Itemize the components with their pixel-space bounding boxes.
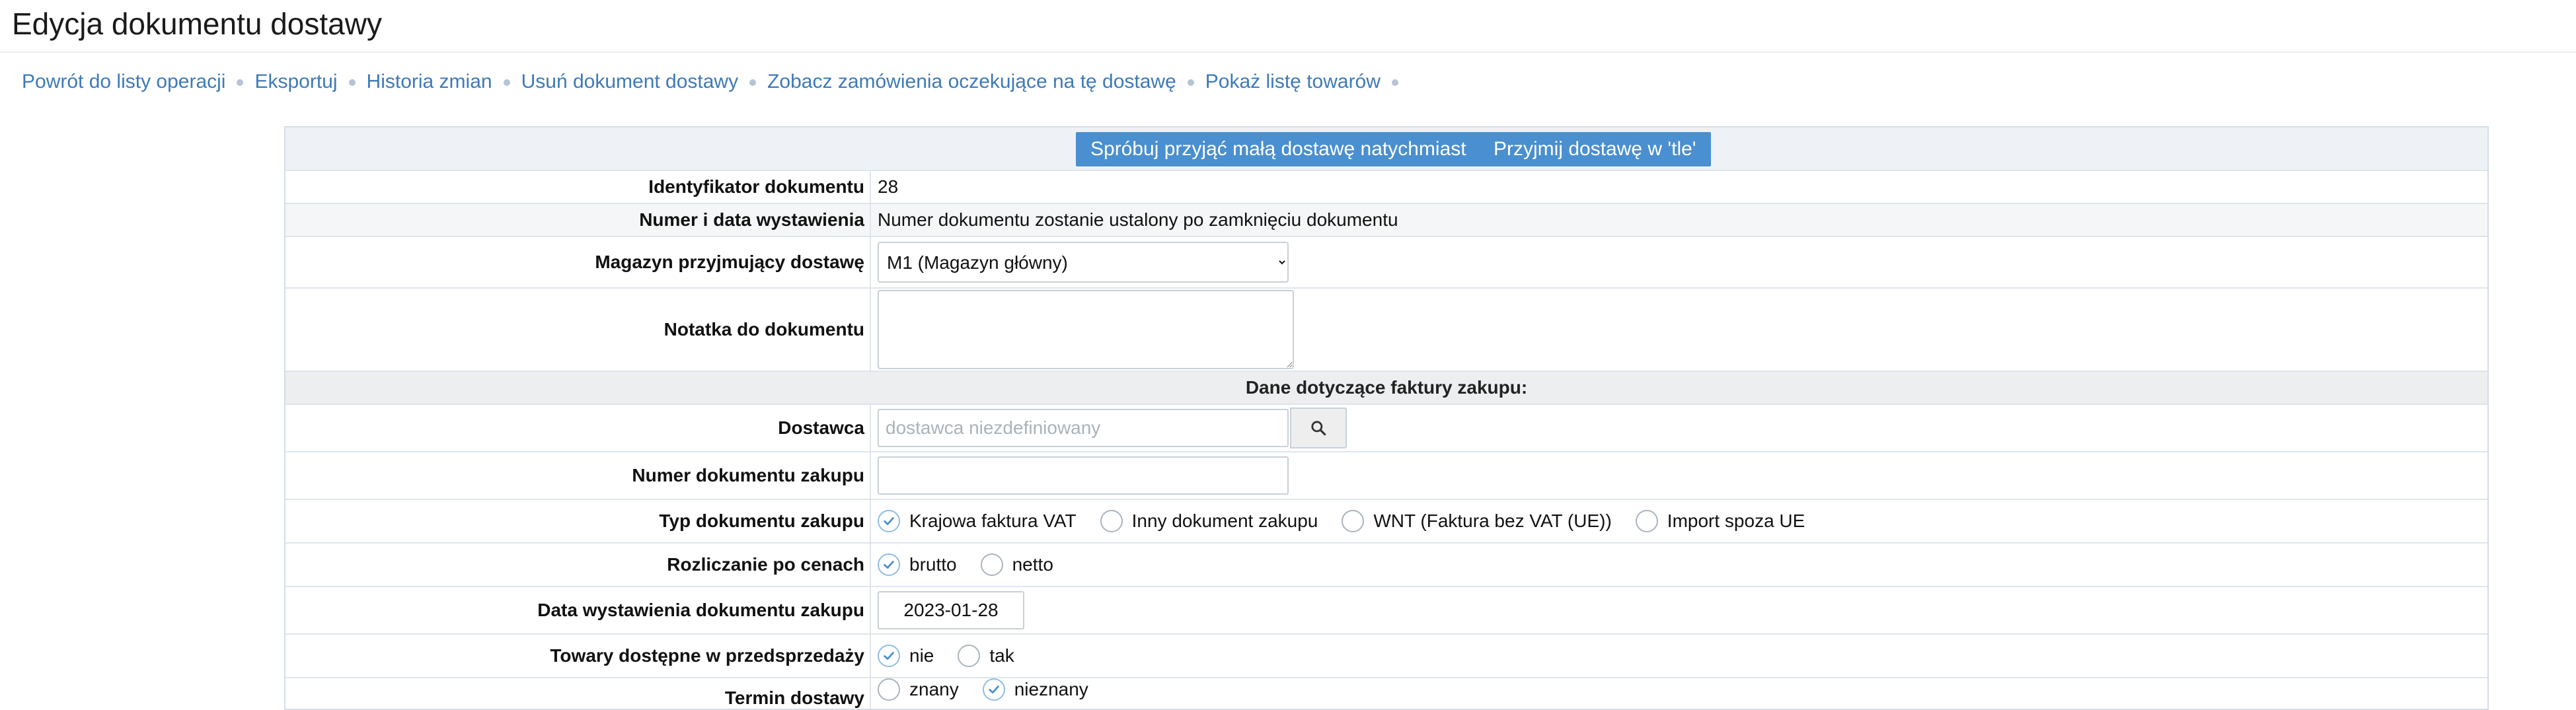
row-supplier: Dostawca: [285, 405, 2487, 452]
radio-unchecked[interactable]: [1635, 510, 1658, 532]
option-label: nieznany: [1014, 679, 1088, 699]
search-icon: [1311, 421, 1326, 436]
option-label: Inny dokument zakupu: [1131, 511, 1318, 531]
radio-unchecked[interactable]: [1100, 510, 1123, 532]
delete-document-link[interactable]: Usuń dokument dostawy: [521, 71, 739, 92]
radio-checked[interactable]: [878, 553, 900, 576]
delivery-term-label: Termin dostawy: [724, 688, 864, 708]
number-date-value: Numer dokumentu zostanie ustalony po zam…: [878, 209, 1398, 230]
note-label: Notatka do dokumentu: [663, 319, 864, 339]
nav-separator: [749, 79, 757, 87]
purchase-number-label: Numer dokumentu zakupu: [632, 465, 864, 485]
row-doc-id: Identyfikator dokumentu 28: [285, 171, 2487, 204]
row-note: Notatka do dokumentu: [285, 289, 2487, 372]
form-actions: Spróbuj przyjąć małą dostawę natychmiast…: [285, 127, 2487, 171]
pending-orders-link[interactable]: Zobacz zamówienia oczekujące na tę dosta…: [767, 71, 1176, 92]
supplier-search-button[interactable]: [1290, 408, 1347, 448]
row-purchase-type: Typ dokumentu zakupu Krajowa faktura VAT…: [285, 500, 2487, 544]
supplier-input[interactable]: [878, 409, 1289, 447]
number-date-label: Numer i data wystawienia: [639, 209, 864, 230]
presale-label: Towary dostępne w przedsprzedaży: [550, 645, 864, 666]
back-to-operations-link[interactable]: Powrót do listy operacji: [22, 71, 225, 92]
nav-separator: [237, 79, 244, 87]
row-pricing: Rozliczanie po cenach brutto netto: [285, 544, 2487, 587]
option-label: Import spoza UE: [1667, 511, 1805, 531]
row-warehouse: Magazyn przyjmujący dostawę M1 (Magazyn …: [285, 237, 2487, 289]
option-label: nie: [909, 645, 934, 666]
issue-date-input[interactable]: [878, 591, 1024, 629]
supplier-label: Dostawca: [778, 417, 864, 438]
check-icon: [884, 652, 894, 660]
pricing-net[interactable]: netto: [980, 553, 1053, 576]
presale-no[interactable]: nie: [878, 645, 934, 667]
row-issue-date: Data wystawienia dokumentu zakupu: [285, 587, 2487, 635]
note-textarea[interactable]: [878, 290, 1294, 369]
invoice-section-heading: Dane dotyczące faktury zakupu:: [285, 372, 2487, 405]
accept-background-button[interactable]: Przyjmij dostawę w 'tle': [1479, 132, 1711, 166]
pricing-gross[interactable]: brutto: [878, 553, 957, 576]
delivery-form: Spróbuj przyjąć małą dostawę natychmiast…: [284, 126, 2489, 710]
nav-separator: [503, 79, 510, 87]
option-label: netto: [1012, 554, 1053, 575]
radio-unchecked[interactable]: [980, 553, 1003, 576]
purchase-type-import[interactable]: Import spoza UE: [1635, 510, 1805, 532]
pricing-label: Rozliczanie po cenach: [667, 554, 864, 575]
nav-separator: [1187, 79, 1194, 87]
presale-yes[interactable]: tak: [958, 645, 1014, 667]
purchase-type-wnt[interactable]: WNT (Faktura bez VAT (UE)): [1342, 510, 1612, 532]
option-label: tak: [989, 645, 1014, 666]
purchase-type-label: Typ dokumentu zakupu: [659, 511, 864, 531]
purchase-type-other[interactable]: Inny dokument zakupu: [1100, 510, 1318, 532]
purchase-type-domestic-vat[interactable]: Krajowa faktura VAT: [878, 510, 1077, 532]
option-label: Krajowa faktura VAT: [909, 511, 1077, 531]
option-label: WNT (Faktura bez VAT (UE)): [1373, 511, 1612, 531]
radio-unchecked[interactable]: [878, 678, 900, 701]
row-delivery-term: Termin dostawy znany nieznany: [285, 678, 2487, 709]
history-link[interactable]: Historia zmian: [367, 71, 492, 92]
check-icon: [988, 686, 999, 693]
export-link[interactable]: Eksportuj: [254, 71, 337, 92]
warehouse-label: Magazyn przyjmujący dostawę: [595, 252, 864, 272]
delivery-term-unknown[interactable]: nieznany: [982, 678, 1088, 701]
row-presale: Towary dostępne w przedsprzedaży nie tak: [285, 635, 2487, 678]
warehouse-select[interactable]: M1 (Magazyn główny): [878, 242, 1289, 283]
product-list-link[interactable]: Pokaż listę towarów: [1205, 71, 1381, 92]
row-purchase-number: Numer dokumentu zakupu: [285, 452, 2487, 500]
radio-checked[interactable]: [878, 645, 900, 667]
action-nav: Powrót do listy operacji Eksportuj Histori…: [22, 69, 1410, 95]
radio-checked[interactable]: [878, 510, 900, 532]
title-divider: [0, 52, 2576, 53]
row-number-date: Numer i data wystawienia Numer dokumentu…: [285, 204, 2487, 237]
accept-now-button[interactable]: Spróbuj przyjąć małą dostawę natychmiast: [1076, 132, 1481, 166]
check-icon: [884, 561, 894, 569]
page-title: Edycja dokumentu dostawy: [12, 7, 382, 41]
issue-date-label: Data wystawienia dokumentu zakupu: [537, 600, 864, 620]
option-label: znany: [909, 679, 959, 699]
radio-unchecked[interactable]: [958, 645, 981, 667]
check-icon: [884, 517, 894, 525]
nav-separator: [348, 79, 356, 87]
doc-id-label: Identyfikator dokumentu: [648, 176, 864, 197]
option-label: brutto: [909, 554, 957, 575]
doc-id-value: 28: [878, 176, 899, 197]
purchase-number-input[interactable]: [878, 456, 1289, 495]
radio-checked[interactable]: [982, 678, 1005, 701]
delivery-term-known[interactable]: znany: [878, 678, 959, 701]
nav-separator: [1391, 79, 1398, 87]
radio-unchecked[interactable]: [1342, 510, 1365, 532]
